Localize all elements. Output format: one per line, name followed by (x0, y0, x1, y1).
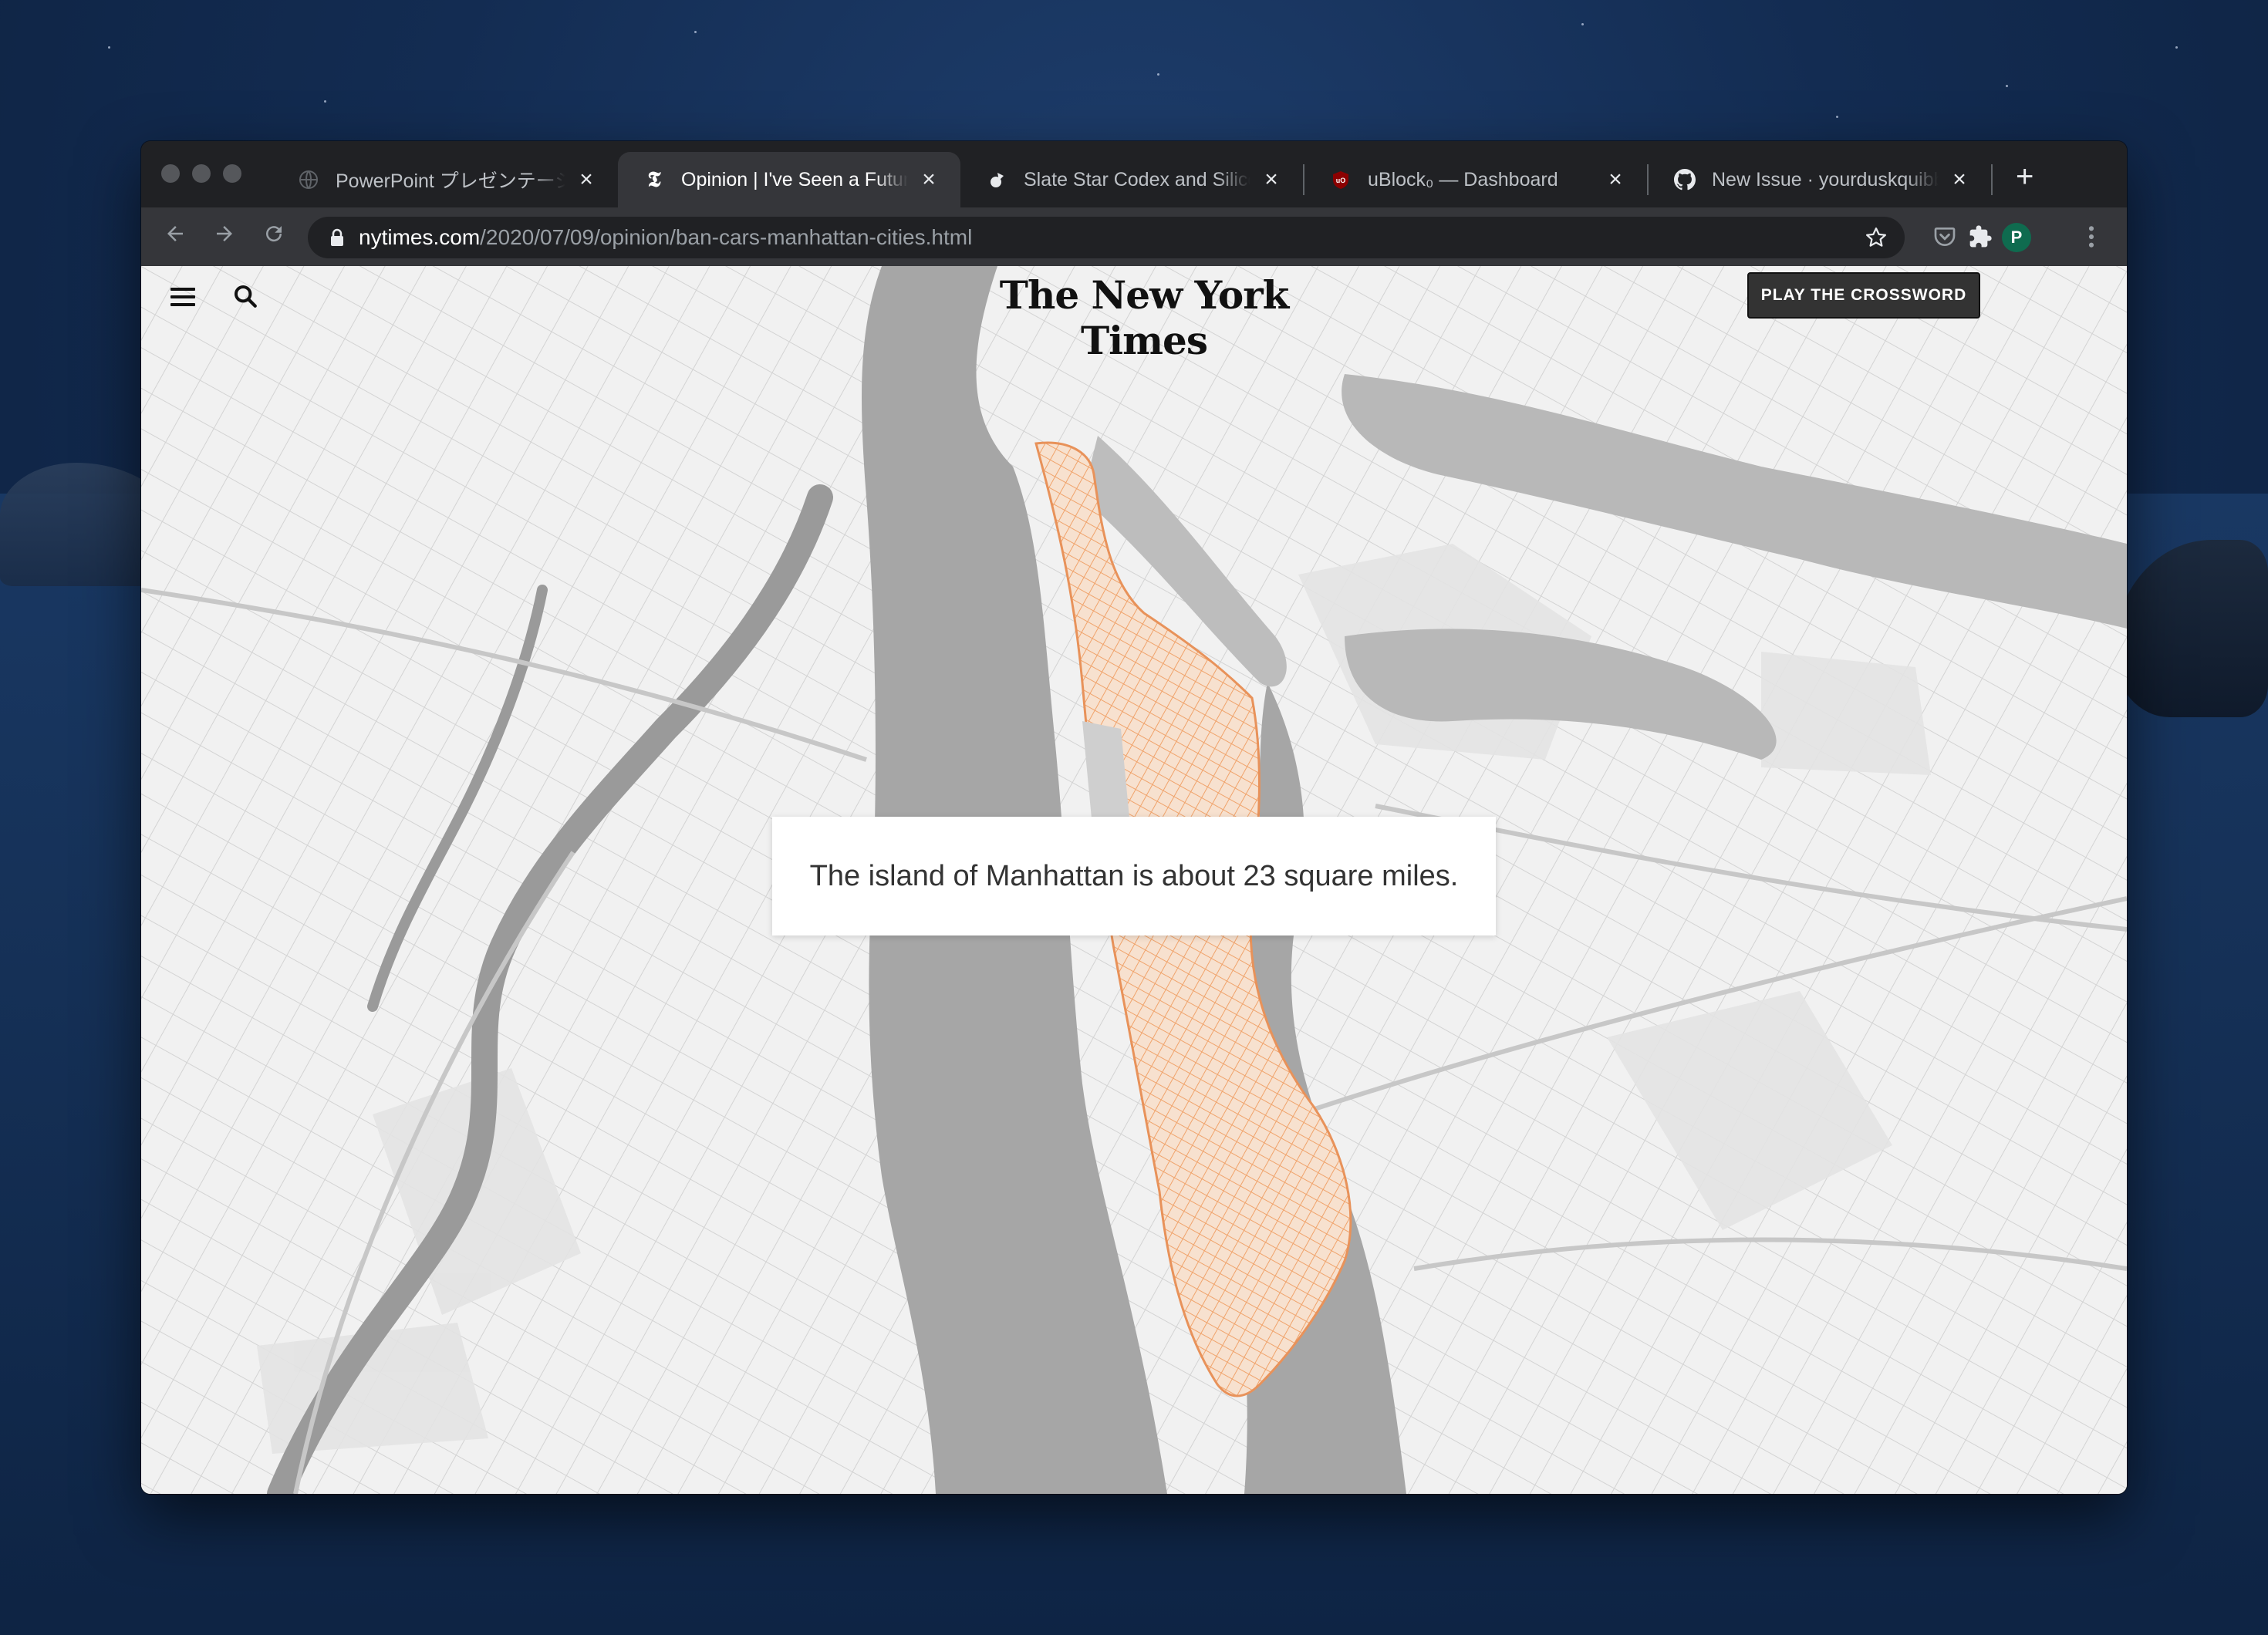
extensions-puzzle-icon[interactable] (1966, 223, 1994, 251)
play-crossword-button[interactable]: PLAY THE CROSSWORD (1747, 272, 1980, 319)
pocket-icon[interactable] (1931, 223, 1959, 251)
star (108, 46, 110, 49)
arrow-left-icon (167, 226, 183, 241)
star (2006, 85, 2008, 87)
tab-slate-star-codex[interactable]: Slate Star Codex and Silicon Valley × (960, 152, 1303, 207)
close-icon[interactable]: × (1948, 168, 1971, 191)
tab-title: New Issue · yourduskquibble (1712, 168, 1939, 190)
tab-strip: PowerPoint プレゼンテーション × 𝕿 Opinion | I've … (141, 141, 2127, 207)
window-minimize-button[interactable] (192, 164, 211, 183)
back-button[interactable] (160, 221, 191, 252)
star (1581, 23, 1584, 25)
forward-button[interactable] (209, 221, 240, 252)
more-vert-icon[interactable] (2077, 223, 2105, 251)
arrow-right-icon (217, 226, 232, 241)
profile-avatar[interactable]: P (2002, 223, 2031, 252)
tab-nyt-opinion[interactable]: 𝕿 Opinion | I've Seen a Future Without C… (618, 152, 960, 207)
reload-button[interactable] (258, 221, 289, 252)
address-bar[interactable]: nytimes.com/2020/07/09/opinion/ban-cars-… (308, 217, 1905, 258)
url-host: nytimes.com (359, 225, 481, 249)
star (1157, 73, 1159, 76)
caption-text: The island of Manhattan is about 23 squa… (809, 859, 1459, 892)
ublock-icon: uO (1329, 168, 1352, 191)
tab-title: PowerPoint プレゼンテーション (336, 170, 565, 192)
bookmark-star-icon[interactable] (1865, 226, 1888, 249)
star (694, 31, 697, 33)
nyt-logo[interactable]: The New York Times (982, 272, 1306, 363)
svg-text:uO: uO (1336, 177, 1346, 184)
globe-icon (297, 168, 320, 191)
star (2175, 46, 2178, 49)
map-caption: The island of Manhattan is about 23 squa… (772, 817, 1496, 935)
tab-title: uBlock₀ — Dashboard (1368, 168, 1558, 190)
menu-icon[interactable] (170, 288, 195, 308)
tab-separator (1991, 164, 1993, 195)
github-icon (1673, 168, 1696, 191)
browser-window: PowerPoint プレゼンテーション × 𝕿 Opinion | I've … (141, 141, 2127, 1494)
tab-powerpoint[interactable]: PowerPoint プレゼンテーション × (272, 152, 618, 207)
nyt-header: The New York Times PLAY THE CROSSWORD (141, 266, 2127, 363)
star (324, 100, 326, 103)
close-icon[interactable]: × (1260, 168, 1283, 191)
star (1836, 116, 1838, 118)
tab-title: Opinion | I've Seen a Future Without Car… (681, 168, 908, 190)
new-tab-button[interactable]: + (2016, 161, 2033, 192)
tab-github-new-issue[interactable]: New Issue · yourduskquibble × (1649, 152, 1991, 207)
window-close-button[interactable] (161, 164, 180, 183)
page-viewport: The New York Times PLAY THE CROSSWORD Th… (141, 266, 2127, 1494)
close-icon[interactable]: × (1604, 168, 1627, 191)
browser-toolbar: nytimes.com/2020/07/09/opinion/ban-cars-… (141, 207, 2127, 266)
nyt-t-icon: 𝕿 (647, 167, 661, 192)
close-icon[interactable]: × (917, 168, 940, 191)
ssc-icon (985, 168, 1008, 191)
url-path: /2020/07/09/opinion/ban-cars-manhattan-c… (480, 225, 973, 249)
search-icon[interactable] (232, 283, 263, 314)
lock-icon (322, 228, 353, 247)
reload-icon (266, 226, 282, 242)
tab-title: Slate Star Codex and Silicon Valley (1024, 168, 1250, 190)
close-icon[interactable]: × (575, 168, 598, 191)
tab-ublock[interactable]: uO uBlock₀ — Dashboard × (1304, 152, 1647, 207)
window-zoom-button[interactable] (223, 164, 241, 183)
